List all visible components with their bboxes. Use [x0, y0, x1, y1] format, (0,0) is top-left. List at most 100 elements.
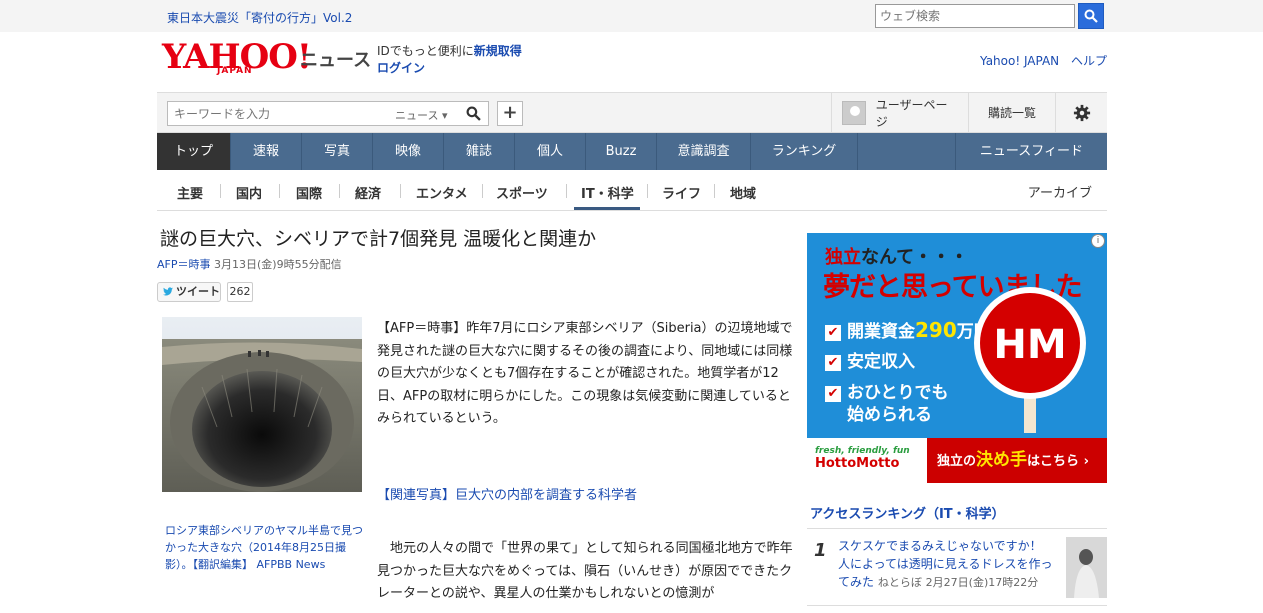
ranking-thumbnail-image — [1066, 537, 1107, 598]
archive-link[interactable]: アーカイブ — [1028, 182, 1092, 201]
sinkhole-photo — [162, 317, 362, 492]
article-byline: AFP＝時事 3月13日(金)9時55分配信 — [157, 256, 342, 272]
hottomotto-logo-icon: HM — [974, 287, 1086, 433]
subscriptions-link[interactable]: 購読一覧 — [968, 93, 1055, 132]
divider — [279, 184, 280, 198]
login-link[interactable]: ログイン — [377, 59, 425, 76]
nav-ranking[interactable]: ランキング — [751, 133, 858, 170]
article-source-link[interactable]: AFP＝時事 — [157, 258, 211, 271]
ad-point-3-cont: 始められる — [847, 405, 932, 425]
user-page-link[interactable]: ユーザーページ — [831, 93, 968, 132]
article-paragraph-1: 【AFP＝時事】昨年7月にロシア東部シベリア（Siberia）の辺境地域で発見さ… — [377, 321, 793, 427]
site-header: YAHOO! JAPAN ニュース IDでもっと便利に新規取得 ログイン Yah… — [157, 32, 1107, 92]
subscriptions-label: 購読一覧 — [987, 106, 1036, 120]
nav-survey[interactable]: 意識調査 — [657, 133, 751, 170]
nav-video[interactable]: 映像 — [373, 133, 444, 170]
check-icon: ✔ — [825, 386, 841, 402]
ad-cta-em: 決め手 — [976, 450, 1028, 470]
category-life[interactable]: ライフ — [662, 183, 701, 202]
article-photo[interactable] — [162, 317, 362, 492]
nav-photo[interactable]: 写真 — [302, 133, 373, 170]
ad-brand: fresh, friendly, fun HottoMotto — [815, 446, 910, 471]
ad-point-1: ✔ 開業資金290万円 — [825, 317, 991, 342]
category-domestic[interactable]: 国内 — [236, 183, 262, 202]
divider — [400, 184, 401, 198]
article-date: 3月13日(金)9時55分配信 — [214, 258, 342, 271]
ad-brand-name: HottoMotto — [815, 456, 900, 471]
advertisement-banner[interactable]: 独立なんて・・・ 夢だと思っていました ✔ 開業資金290万円 ✔ 安定収入 ✔ おひ… — [807, 233, 1107, 483]
tweet-count: 262 — [227, 282, 253, 302]
divider — [807, 528, 1107, 529]
category-nav: 主要 国内 国際 経済 エンタメ スポーツ IT・科学 ライフ 地域 アーカイブ — [157, 170, 1107, 211]
section-name[interactable]: ニュース — [300, 46, 371, 72]
toolbar-user-area: ユーザーページ 購読一覧 — [831, 93, 1107, 132]
ranking-item-source: ねとらぼ — [877, 576, 922, 589]
ranking-item-thumbnail[interactable] — [1066, 537, 1107, 598]
id-promo: IDでもっと便利に新規取得 — [377, 42, 522, 59]
nav-breaking[interactable]: 速報 — [231, 133, 302, 170]
check-icon: ✔ — [825, 325, 841, 341]
svg-text:HM: HM — [993, 322, 1066, 368]
divider — [566, 184, 567, 198]
related-photo-link[interactable]: 【関連写真】巨大穴の内部を調査する科学者 — [377, 484, 637, 503]
nav-individual[interactable]: 個人 — [515, 133, 586, 170]
divider — [714, 184, 715, 198]
campaign-link[interactable]: 東日本大震災「寄付の行方」Vol.2 — [167, 9, 352, 26]
keyword-search-button[interactable] — [458, 101, 489, 126]
signup-link[interactable]: 新規取得 — [474, 44, 522, 58]
help-link[interactable]: ヘルプ — [1071, 54, 1107, 68]
chevron-down-icon: ▾ — [441, 109, 448, 122]
search-scope-select[interactable]: ニュース ▾ — [395, 107, 447, 123]
ad-point-1-label: 開業資金 — [847, 322, 915, 342]
category-international[interactable]: 国際 — [296, 183, 322, 202]
ad-cta[interactable]: 独立の決め手はこちら › — [927, 438, 1107, 483]
header-links: Yahoo! JAPAN ヘルプ — [972, 52, 1107, 69]
ranking-item-date: 2月27日(金)17時22分 — [925, 576, 1039, 589]
photo-caption-link[interactable]: ロシア東部シベリアのヤマル半島で見つかった大きな穴（2014年8月25日撮影）。… — [165, 522, 365, 573]
ad-brand-tagline: fresh, friendly, fun — [815, 446, 910, 456]
yahoo-logo-sub: JAPAN — [217, 66, 253, 76]
id-promo-text: IDでもっと便利に — [377, 44, 474, 58]
search-icon — [466, 106, 481, 121]
tweet-button[interactable]: ツイート — [157, 282, 221, 302]
category-economy[interactable]: 経済 — [355, 183, 381, 202]
ad-point-2: ✔ 安定収入 — [825, 347, 915, 372]
web-search-button[interactable] — [1078, 3, 1104, 29]
ranking-title[interactable]: アクセスランキング（IT・科学） — [810, 503, 1005, 522]
avatar — [842, 100, 866, 125]
category-region[interactable]: 地域 — [730, 183, 756, 202]
web-search-input[interactable] — [875, 4, 1075, 28]
divider — [339, 184, 340, 198]
category-it-science[interactable]: IT・科学 — [581, 183, 634, 202]
ranking-number: 1 — [814, 540, 827, 561]
nav-top[interactable]: トップ — [157, 133, 231, 170]
search-icon — [1084, 9, 1098, 23]
ad-point-2-label: 安定収入 — [847, 352, 915, 372]
divider — [647, 184, 648, 198]
category-entertainment[interactable]: エンタメ — [416, 183, 468, 202]
nav-magazine[interactable]: 雑誌 — [444, 133, 515, 170]
add-button[interactable]: + — [497, 101, 523, 126]
article-paragraph-2: 地元の人々の間で「世界の果て」として知られる同国極北地方で昨年見つかった巨大な穴… — [377, 541, 793, 602]
article-title: 謎の巨大穴、シベリアで計7個発見 温暖化と関連か — [160, 228, 597, 250]
gear-icon — [1073, 104, 1090, 121]
nav-buzz[interactable]: Buzz — [586, 133, 657, 170]
news-toolbar: ニュース ▾ + ユーザーページ 購読一覧 — [157, 92, 1107, 133]
ad-footer: fresh, friendly, fun HottoMotto 独立の決め手はこ… — [807, 438, 1107, 483]
yahoo-japan-link[interactable]: Yahoo! JAPAN — [980, 54, 1059, 68]
category-sports[interactable]: スポーツ — [496, 183, 548, 202]
top-bar: 東日本大震災「寄付の行方」Vol.2 — [0, 0, 1263, 32]
ad-cta-prefix: 独立の — [937, 454, 977, 469]
check-icon: ✔ — [825, 355, 841, 371]
settings-button[interactable] — [1055, 93, 1107, 132]
nav-news-feed[interactable]: ニュースフィード — [954, 133, 1107, 170]
chevron-right-icon: › — [1083, 454, 1089, 469]
divider — [220, 184, 221, 198]
ad-point-1-amount: 290 — [915, 318, 957, 342]
user-page-label: ユーザーページ — [875, 97, 948, 129]
tweet-label: ツイート — [176, 285, 220, 298]
ranking-item-link[interactable]: スケスケでまるみえじゃないですか！ 人によっては透明に見えるドレスを作ってみた … — [838, 537, 1056, 592]
ad-info-icon[interactable]: i — [1091, 234, 1105, 248]
active-category-indicator — [574, 207, 640, 210]
category-main[interactable]: 主要 — [177, 183, 203, 202]
